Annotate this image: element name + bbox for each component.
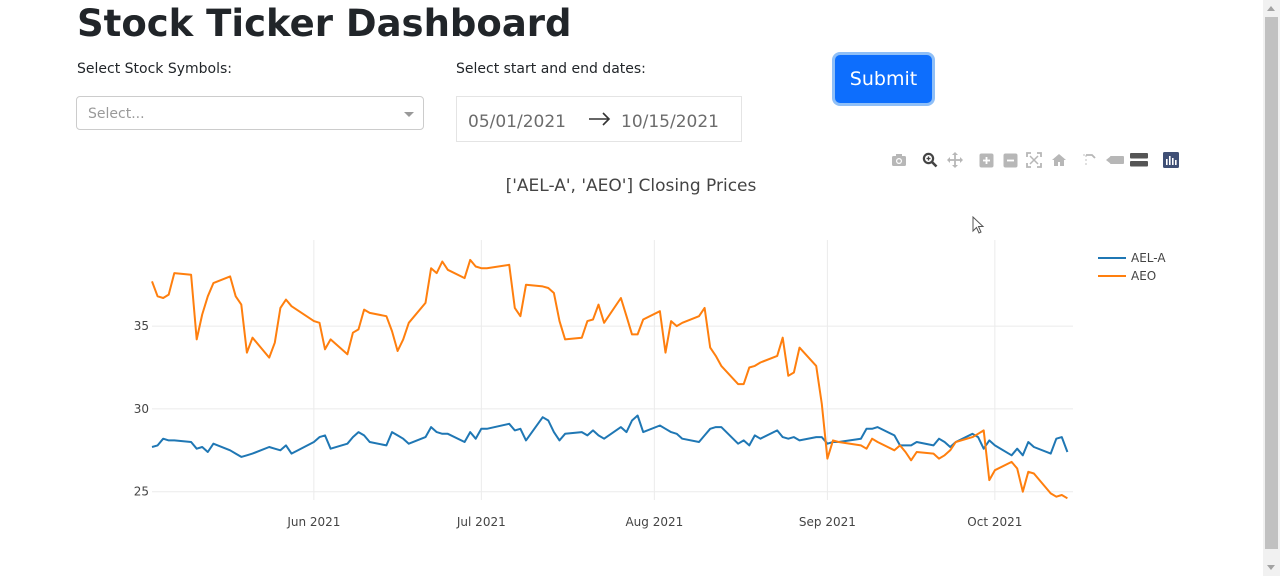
page-scrollbar[interactable] (1263, 0, 1280, 576)
scroll-up-icon[interactable] (1267, 6, 1275, 11)
y-tick-label: 30 (134, 402, 149, 416)
y-tick-label: 25 (134, 485, 149, 499)
price-chart[interactable]: Jun 2021 Jul 2021 Aug 2021 Sep 2021 Oct 2021… (0, 0, 1262, 576)
series-line-aeo[interactable] (151, 258, 1068, 500)
series-line-ael-a[interactable] (151, 414, 1069, 458)
x-tick-label: Oct 2021 (967, 515, 1022, 529)
mouse-cursor-icon (972, 216, 985, 234)
legend-label-aeo[interactable]: AEO (1131, 269, 1156, 283)
x-tick-label: Jul 2021 (456, 515, 506, 529)
axis-ticks: Jun 2021 Jul 2021 Aug 2021 Sep 2021 Oct 2021… (134, 319, 1023, 529)
scroll-down-icon[interactable] (1267, 565, 1275, 570)
series-lines (151, 258, 1069, 500)
x-tick-label: Jun 2021 (286, 515, 340, 529)
scrollbar-thumb[interactable] (1265, 17, 1278, 549)
x-tick-label: Sep 2021 (799, 515, 856, 529)
x-tick-label: Aug 2021 (625, 515, 683, 529)
grid-lines (152, 240, 1073, 500)
legend-label-ael-a[interactable]: AEL-A (1131, 251, 1166, 265)
legend[interactable]: AEL-A AEO (1098, 251, 1166, 283)
y-tick-label: 35 (134, 319, 149, 333)
